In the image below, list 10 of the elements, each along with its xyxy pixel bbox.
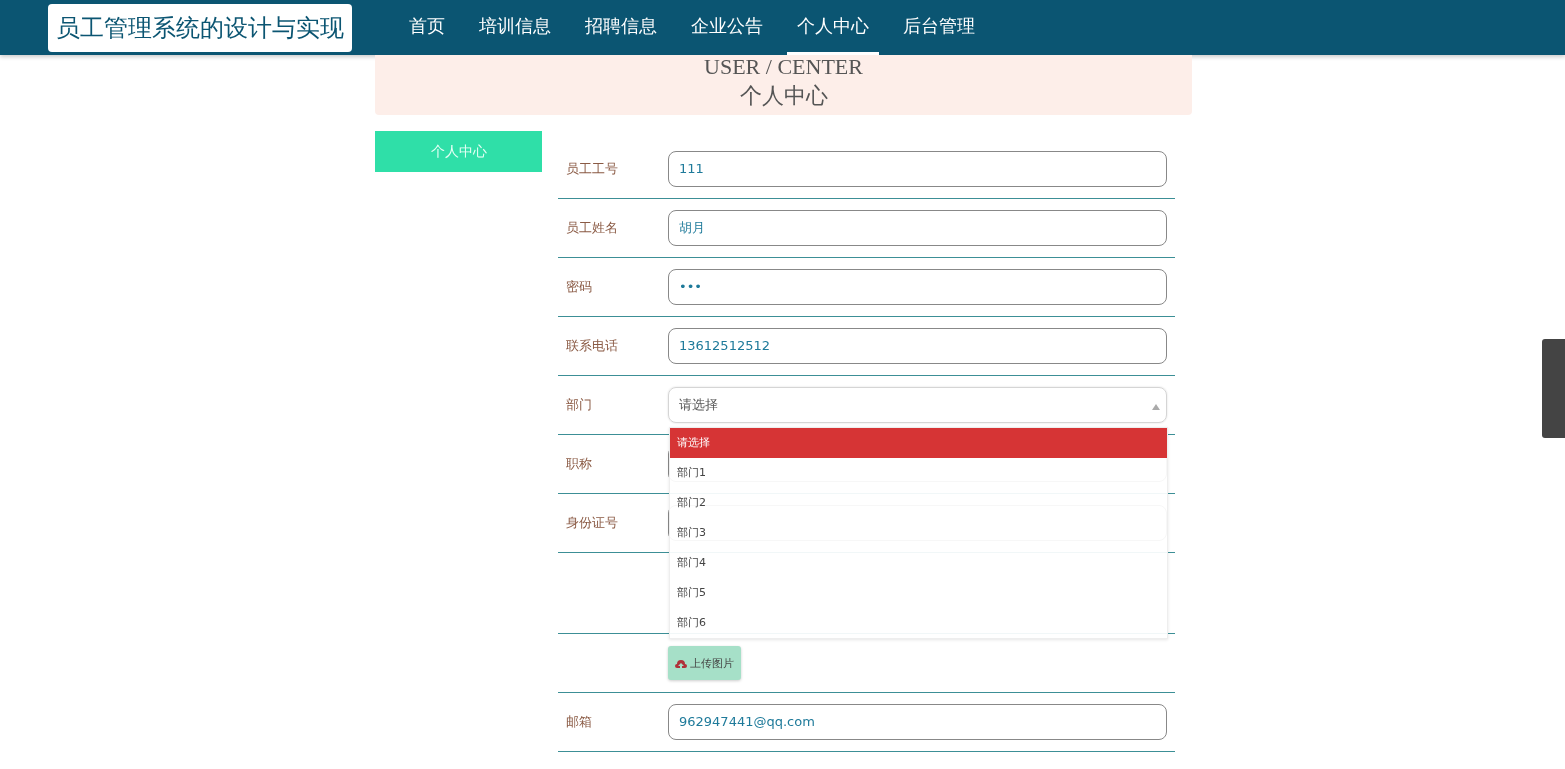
field-label: 邮箱 xyxy=(565,713,593,731)
field-label: 密码 xyxy=(565,278,593,296)
field-label: 部门 xyxy=(565,396,593,414)
banner-title: USER / CENTER xyxy=(703,55,864,79)
field-label: 身份证号 xyxy=(565,514,619,532)
banner-subtitle: 个人中心 xyxy=(738,82,829,110)
field-label: 职称 xyxy=(565,455,593,473)
field-label: 员工工号 xyxy=(565,160,619,178)
field-label: 联系电话 xyxy=(565,337,619,355)
field-label: 员工姓名 xyxy=(565,219,619,237)
